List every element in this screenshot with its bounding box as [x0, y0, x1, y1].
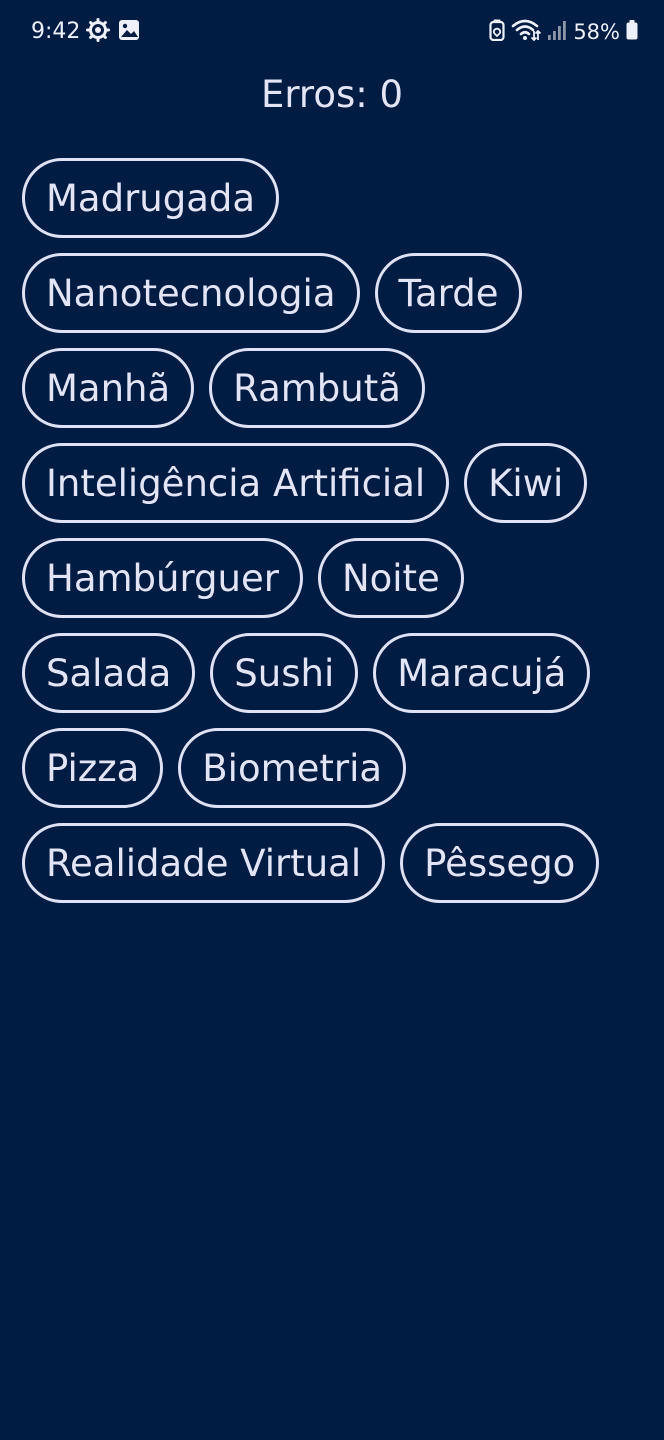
chip-row: Salada Sushi Maracujá	[22, 633, 652, 713]
chip-row: Inteligência Artificial Kiwi	[22, 443, 652, 523]
word-chip[interactable]: Nanotecnologia	[22, 253, 360, 333]
status-time: 9:42	[31, 19, 81, 44]
word-chip[interactable]: Inteligência Artificial	[22, 443, 450, 523]
status-right: 58%	[489, 17, 638, 47]
word-chip[interactable]: Realidade Virtual	[22, 823, 386, 903]
word-chip[interactable]: Biometria	[178, 728, 407, 808]
word-chip[interactable]: Maracujá	[373, 633, 591, 713]
word-chip[interactable]: Hambúrguer	[22, 538, 303, 618]
word-chip[interactable]: Salada	[22, 633, 196, 713]
chip-row: Nanotecnologia Tarde	[22, 253, 652, 333]
signal-icon	[547, 19, 567, 45]
word-chip[interactable]: Pêssego	[400, 823, 600, 903]
word-chip[interactable]: Rambutã	[209, 348, 425, 428]
error-counter: Erros: 0	[260, 73, 404, 116]
word-chip[interactable]: Madrugada	[22, 158, 280, 238]
status-left-icons	[86, 18, 140, 46]
word-chip[interactable]: Kiwi	[464, 443, 588, 523]
status-bar: 9:42 58%	[0, 0, 664, 64]
chip-row: Madrugada	[22, 158, 652, 238]
battery-percent: 58%	[573, 20, 620, 44]
word-chip-grid: Madrugada Nanotecnologia Tarde Manhã Rambutã…	[22, 158, 652, 918]
battery-icon	[626, 20, 638, 44]
chip-row: Hambúrguer Noite	[22, 538, 652, 618]
word-chip[interactable]: Tarde	[374, 253, 523, 333]
gear-icon	[86, 18, 110, 46]
chip-row: Manhã Rambutã	[22, 348, 652, 428]
word-chip[interactable]: Manhã	[22, 348, 195, 428]
battery-saver-icon	[489, 19, 505, 45]
chip-row: Realidade Virtual Pêssego	[22, 823, 652, 903]
word-chip[interactable]: Sushi	[210, 633, 359, 713]
word-chip[interactable]: Noite	[317, 538, 464, 618]
word-chip[interactable]: Pizza	[22, 728, 164, 808]
image-icon	[118, 19, 140, 45]
chip-row: Pizza Biometria	[22, 728, 652, 808]
wifi-icon	[511, 18, 542, 46]
